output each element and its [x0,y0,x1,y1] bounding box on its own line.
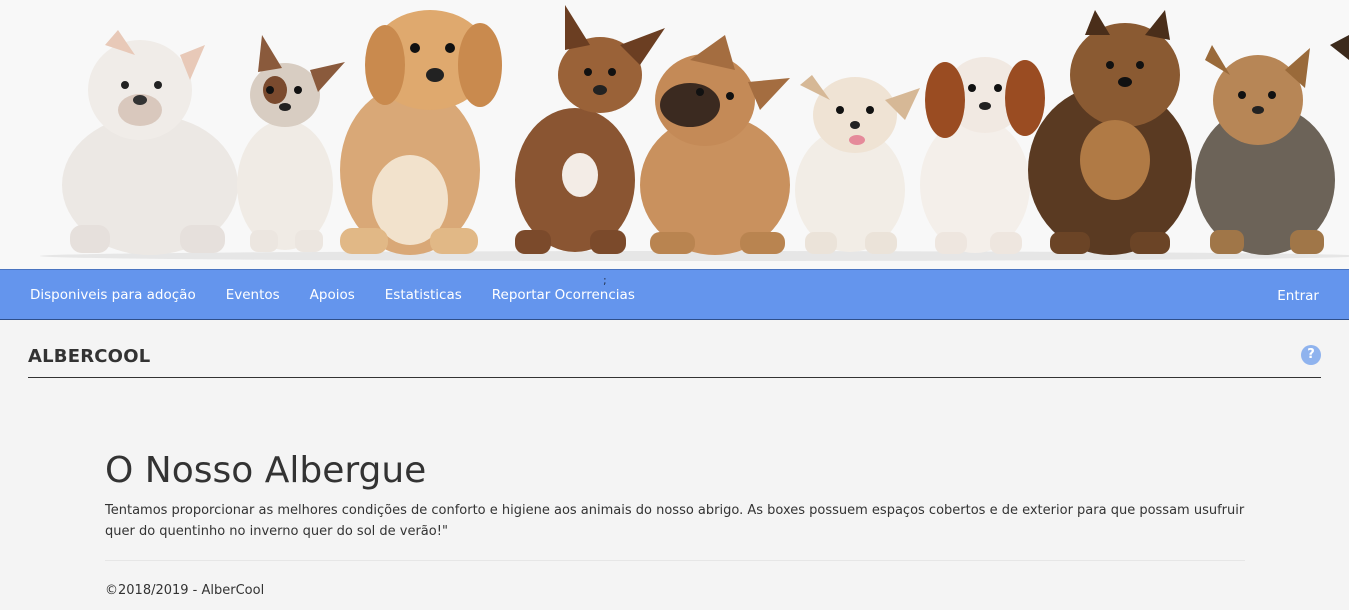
nav-item-events[interactable]: Eventos [211,287,295,303]
nav-item-statistics[interactable]: Estatisticas [370,287,477,303]
stray-character: ; [603,274,607,287]
dogs-banner-image [0,0,1349,269]
nav-item-report[interactable]: Reportar Ocorrencias [477,287,650,303]
question-circle-icon[interactable]: ? [1301,345,1321,365]
page-title: O Nosso Albergue [105,450,427,491]
footer-copyright: ©2018/2019 - AlberCool [105,583,265,598]
nav-item-adoption[interactable]: Disponiveis para adoção [15,287,211,303]
brand-title[interactable]: ALBERCOOL [28,346,150,367]
hero-banner [0,0,1349,269]
login-link[interactable]: Entrar [1262,288,1334,304]
nav-item-supports[interactable]: Apoios [295,287,370,303]
main-navbar: Disponiveis para adoção Eventos Apoios E… [0,269,1349,320]
main-content: O Nosso Albergue Tentamos proporcionar a… [105,450,1245,598]
page-header: ALBERCOOL ? [28,320,1321,378]
nav-links: Disponiveis para adoção Eventos Apoios E… [0,287,650,303]
divider [105,560,1245,561]
intro-paragraph: Tentamos proporcionar as melhores condiç… [105,503,1245,539]
nav-right: Entrar [1262,285,1349,304]
